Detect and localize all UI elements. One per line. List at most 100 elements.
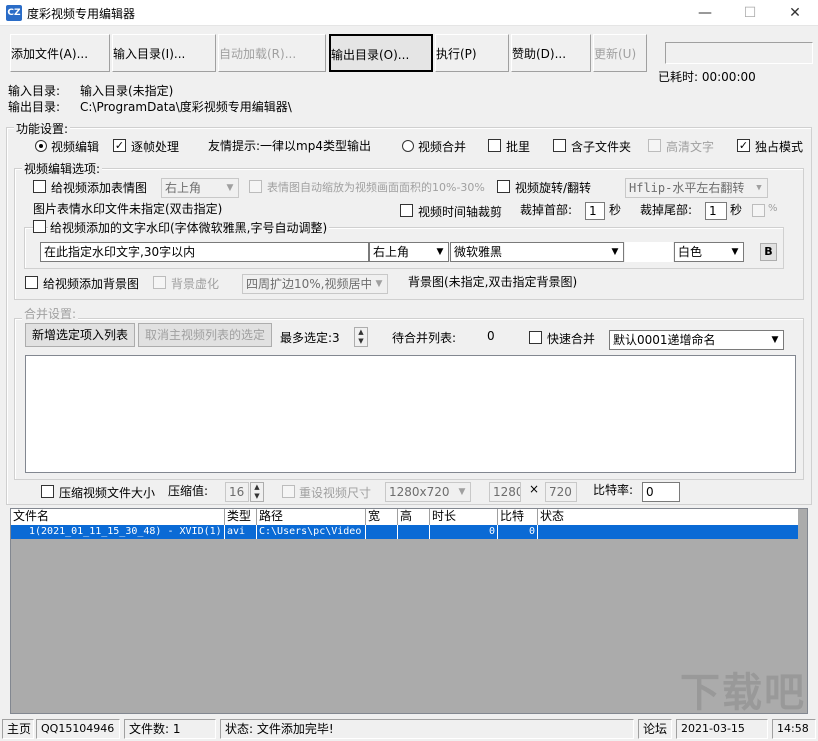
width-input[interactable]: 1280 — [489, 482, 521, 502]
input-dir-button[interactable]: 输入目录(I)... — [112, 34, 216, 72]
chevron-down-icon: ▼ — [751, 179, 767, 197]
output-dir-value: C:\ProgramData\度彩视频专用编辑器\ — [80, 98, 292, 115]
size-preset-select[interactable]: 1280x720▼ — [385, 482, 471, 502]
compress-size-checkbox[interactable] — [41, 485, 54, 498]
text-watermark-checkbox[interactable] — [33, 220, 46, 233]
rotate-flip-checkbox[interactable] — [497, 180, 510, 193]
add-selected-button[interactable]: 新增选定项入列表 — [25, 323, 135, 347]
update-button[interactable]: 更新(U) — [593, 34, 647, 72]
auto-load-button[interactable]: 自动加载(R)... — [218, 34, 326, 72]
status-date: 2021-03-15 — [676, 719, 768, 739]
rotate-flip-label: 视频旋转/翻转 — [515, 179, 591, 196]
crop-head-label: 裁掉首部: — [520, 201, 572, 218]
chevron-down-icon: ▼ — [371, 275, 387, 293]
batch-label: 批里 — [506, 138, 530, 155]
add-emoji-label: 给视频添加表情图 — [51, 179, 147, 196]
input-dir-value: 输入目录(未指定) — [80, 82, 173, 99]
auto-scale-label: 表情图自动缩放为视频画面面积的10%-30% — [267, 179, 485, 195]
chevron-down-icon: ▼ — [767, 331, 783, 349]
hd-text-checkbox[interactable] — [648, 139, 661, 152]
pending-list-label: 待合并列表: — [392, 329, 456, 346]
add-background-checkbox[interactable] — [25, 276, 38, 289]
color-select[interactable]: 白色▼ — [674, 242, 744, 262]
crop-tail-unit: 秒 — [730, 201, 742, 218]
bitrate-input[interactable]: 0 — [642, 482, 680, 502]
crop-head-input[interactable]: 1 — [585, 202, 605, 220]
qq-number: QQ15104946 — [36, 719, 120, 739]
output-dir-button[interactable]: 输出目录(O)... — [329, 34, 433, 72]
maximize-button[interactable]: ☐ — [727, 0, 773, 26]
compress-ratio-spinner[interactable]: ▲▼ — [250, 482, 264, 502]
video-merge-label: 视频合并 — [418, 138, 466, 155]
column-header[interactable]: 高 — [398, 509, 430, 525]
cell-type: avi — [225, 525, 257, 539]
pending-count: 0 — [487, 329, 495, 343]
times-sign: × — [529, 482, 539, 496]
column-header[interactable]: 路径 — [257, 509, 366, 525]
background-blur-checkbox[interactable] — [153, 276, 166, 289]
cell-status — [538, 525, 798, 539]
cell-duration: 0 — [430, 525, 498, 539]
column-header[interactable]: 文件名 — [11, 509, 225, 525]
emoji-position-select[interactable]: 右上角▼ — [161, 178, 239, 198]
color-swatch[interactable] — [625, 242, 673, 262]
cancel-selected-button[interactable]: 取消主视频列表的选定 — [138, 323, 272, 347]
flip-option-select[interactable]: Hflip-水平左右翻转▼ — [625, 178, 768, 198]
column-header[interactable]: 时长 — [430, 509, 498, 525]
video-merge-radio[interactable] — [402, 140, 414, 152]
chevron-down-icon: ▼ — [607, 243, 623, 261]
column-header[interactable]: 状态 — [538, 509, 798, 525]
exclusive-mode-checkbox[interactable]: ✓ — [737, 139, 750, 152]
watermark-text-input[interactable]: 在此指定水印文字,30字以内 — [40, 242, 369, 262]
batch-checkbox[interactable] — [488, 139, 501, 152]
app-icon: CZ — [6, 5, 22, 21]
cell-filename: 1(2021_01_11_15_30_48) - XVID(1) — [11, 525, 225, 539]
bold-button[interactable]: B — [760, 243, 777, 261]
status-time: 14:58 — [772, 719, 816, 739]
merge-settings-label: 合并设置: — [22, 305, 78, 322]
column-header[interactable]: 类型 — [225, 509, 257, 525]
execute-button[interactable]: 执行(P) — [435, 34, 509, 72]
edit-options-label: 视频编辑选项: — [22, 160, 102, 177]
minimize-button[interactable]: — — [682, 0, 728, 26]
height-input[interactable]: 720 — [545, 482, 577, 502]
frame-by-frame-checkbox[interactable]: ✓ — [113, 139, 126, 152]
percent-checkbox[interactable] — [752, 204, 765, 217]
merge-list[interactable] — [25, 355, 796, 473]
emoji-watermark-file[interactable]: 图片表情水印文件未指定(双击指定) — [33, 200, 222, 217]
table-row[interactable]: 1(2021_01_11_15_30_48) - XVID(1) avi C:\… — [11, 525, 798, 539]
forum-link[interactable]: 论坛 — [638, 719, 672, 739]
function-settings-label: 功能设置: — [14, 120, 70, 137]
close-button[interactable]: ✕ — [772, 0, 818, 26]
watermark-logo: 下载吧 — [680, 660, 806, 718]
timeline-crop-label: 视频时间轴裁剪 — [418, 203, 502, 220]
add-emoji-checkbox[interactable] — [33, 180, 46, 193]
max-select-spinner[interactable]: ▲▼ — [354, 327, 368, 347]
sponsor-button[interactable]: 赞助(D)... — [511, 34, 591, 72]
auto-scale-checkbox[interactable] — [249, 180, 262, 193]
naming-select[interactable]: 默认0001递增命名▼ — [609, 330, 784, 350]
text-position-select[interactable]: 右上角▼ — [369, 242, 449, 262]
background-expand-select[interactable]: 四周扩边10%,视频居中▼ — [242, 274, 388, 294]
chevron-down-icon: ▼ — [222, 179, 238, 197]
fast-merge-checkbox[interactable] — [529, 331, 542, 344]
font-select[interactable]: 微软雅黑▼ — [450, 242, 624, 262]
add-file-button[interactable]: 添加文件(A)... — [10, 34, 110, 72]
file-count: 文件数: 1 — [124, 719, 216, 739]
crop-tail-input[interactable]: 1 — [705, 202, 727, 220]
include-subfolder-checkbox[interactable] — [553, 139, 566, 152]
resize-checkbox[interactable] — [282, 485, 295, 498]
fast-merge-label: 快速合并 — [547, 330, 595, 347]
video-edit-label: 视频编辑 — [51, 138, 99, 155]
timeline-crop-checkbox[interactable] — [400, 204, 413, 217]
progress-bar — [665, 42, 813, 64]
column-header[interactable]: 比特 — [498, 509, 538, 525]
column-header[interactable]: 宽 — [366, 509, 398, 525]
text-watermark-label: 给视频添加的文字水印(字体微软雅黑,字号自动调整) — [48, 219, 329, 236]
percent-label: % — [768, 203, 778, 214]
compress-ratio-input[interactable]: 16 — [225, 482, 249, 502]
video-edit-radio[interactable] — [35, 140, 47, 152]
compress-size-label: 压缩视频文件大小 — [59, 484, 155, 501]
home-link[interactable]: 主页 — [2, 719, 34, 739]
background-file[interactable]: 背景图(未指定,双击指定背景图) — [408, 273, 577, 290]
